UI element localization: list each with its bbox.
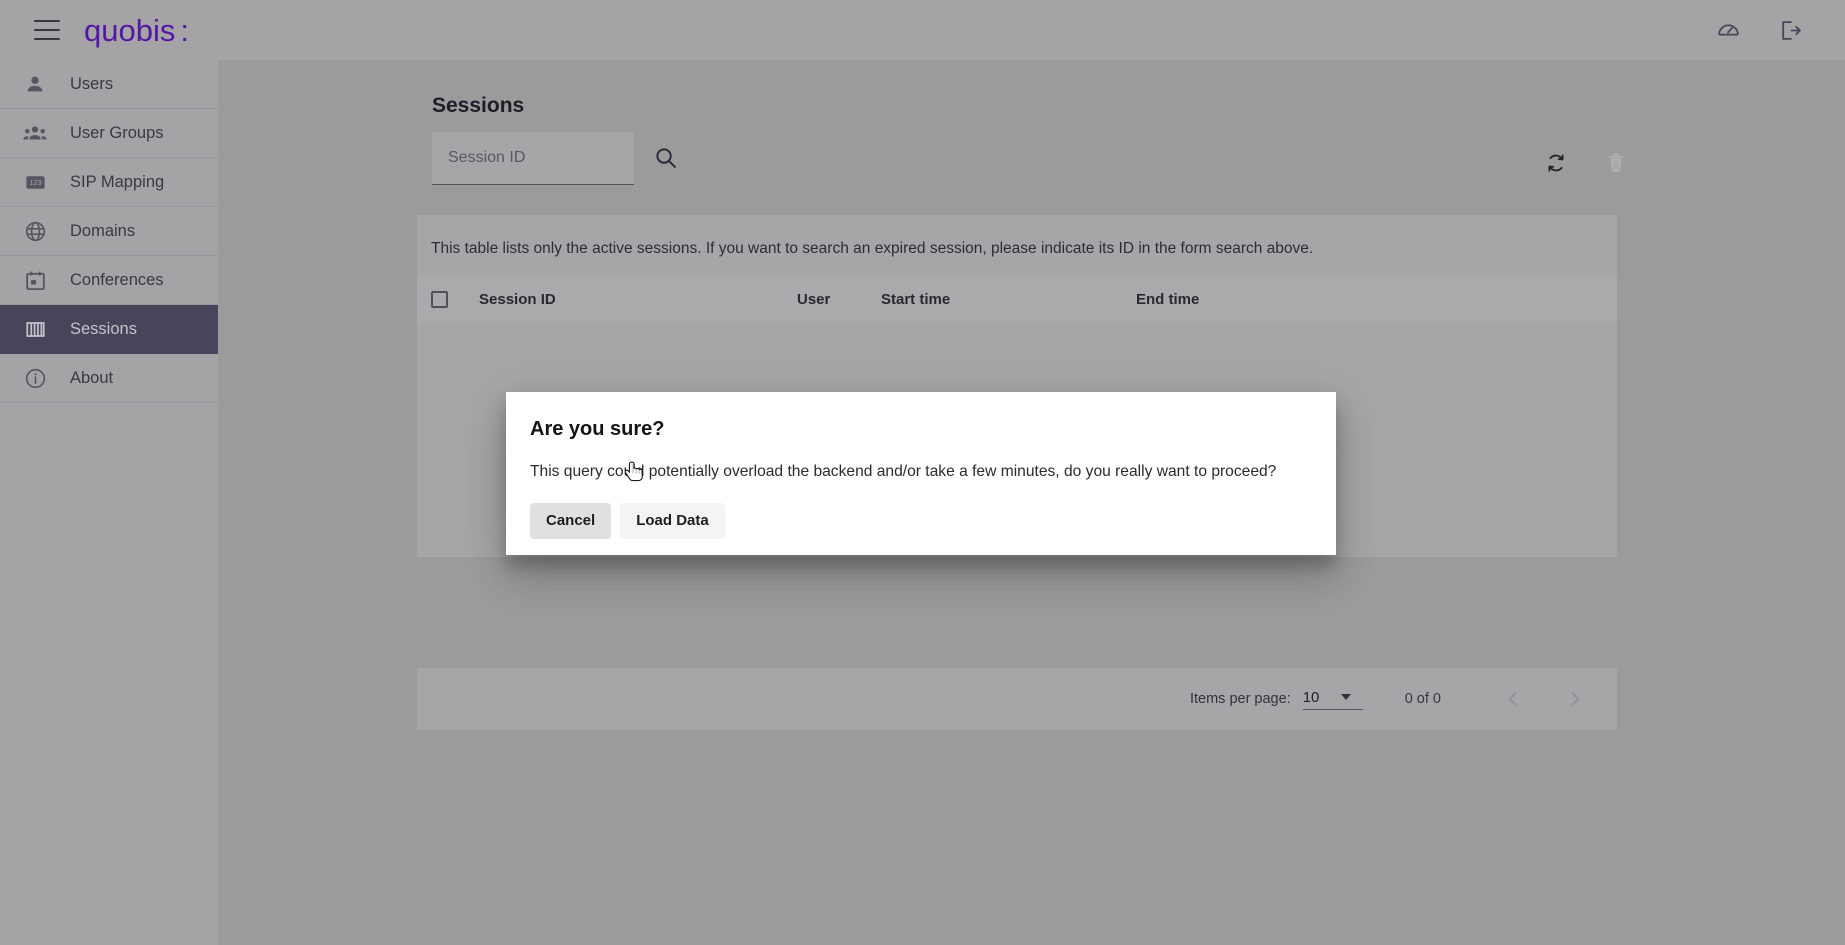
- dialog-title: Are you sure?: [530, 418, 665, 440]
- confirmation-dialog: Are you sure? This query could potential…: [506, 392, 1336, 555]
- cancel-button[interactable]: Cancel: [530, 503, 612, 539]
- application-root: quobis : Users User Groups 123 SIP Mappi…: [0, 0, 1845, 945]
- load-data-button[interactable]: Load Data: [620, 503, 725, 539]
- dialog-actions: Cancel Load Data: [530, 503, 1312, 539]
- dialog-message: This query could potentially overload th…: [530, 463, 1277, 480]
